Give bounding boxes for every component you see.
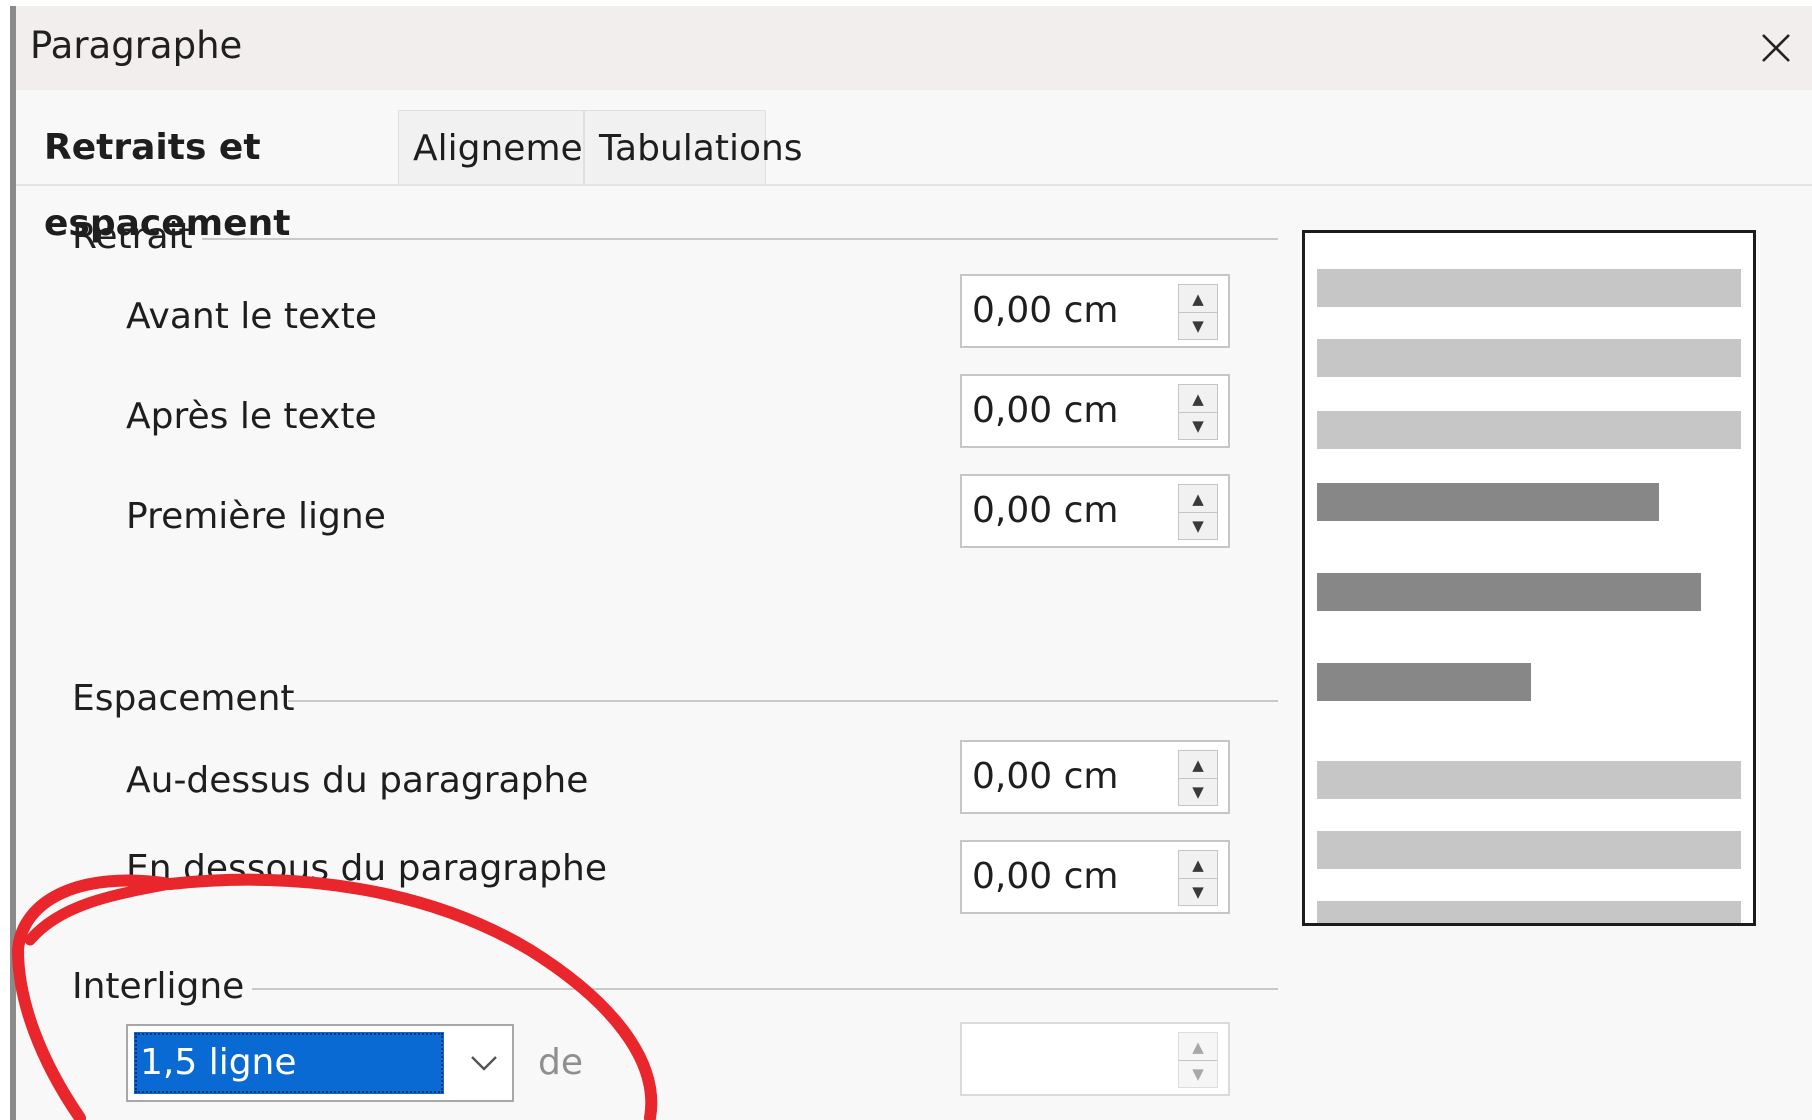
below-paragraph-label: En dessous du paragraphe: [126, 848, 607, 889]
indent-section-divider: [202, 238, 1278, 240]
preview-line: [1317, 573, 1701, 611]
preview-line: [1317, 339, 1741, 377]
of-label: de: [538, 1042, 583, 1083]
line-spacing-section-divider: [252, 988, 1278, 990]
spin-buttons: ▲ ▼: [1178, 750, 1218, 806]
preview-line: [1317, 831, 1741, 869]
preview-line: [1317, 269, 1741, 307]
background-window-edge: [0, 0, 16, 1120]
indent-section-label: Retrait: [72, 216, 193, 257]
tab-tabulations[interactable]: Tabulations: [584, 110, 803, 186]
spin-down-icon[interactable]: ▼: [1179, 312, 1217, 339]
paragraph-preview: [1302, 230, 1756, 926]
spin-down-icon[interactable]: ▼: [1179, 1060, 1217, 1087]
preview-line: [1317, 761, 1741, 799]
spin-up-icon[interactable]: ▲: [1179, 1033, 1217, 1061]
line-spacing-value-spinbox[interactable]: ▲ ▼: [960, 1022, 1230, 1096]
tab-retraits-et-espacement[interactable]: Retraits et espacement: [30, 110, 398, 244]
spacing-section-divider: [288, 700, 1278, 702]
before-text-spinbox[interactable]: 0,00 cm ▲ ▼: [960, 274, 1230, 348]
spin-down-icon[interactable]: ▼: [1179, 412, 1217, 439]
spin-buttons: ▲ ▼: [1178, 284, 1218, 340]
tab-separator: [16, 184, 1812, 186]
spacing-section-label: Espacement: [72, 678, 295, 719]
preview-line: [1317, 411, 1741, 449]
spin-buttons: ▲ ▼: [1178, 484, 1218, 540]
above-paragraph-value[interactable]: 0,00 cm: [972, 742, 1118, 812]
line-spacing-section-label: Interligne: [72, 966, 245, 1007]
line-spacing-selected-text: 1,5 ligne: [140, 1042, 297, 1083]
spin-down-icon[interactable]: ▼: [1179, 878, 1217, 905]
close-icon: [1762, 34, 1790, 62]
below-paragraph-spinbox[interactable]: 0,00 cm ▲ ▼: [960, 840, 1230, 914]
spin-up-icon[interactable]: ▲: [1179, 851, 1217, 879]
chevron-down-icon[interactable]: [456, 1026, 512, 1100]
spin-buttons: ▲ ▼: [1178, 850, 1218, 906]
spin-up-icon[interactable]: ▲: [1179, 285, 1217, 313]
above-paragraph-spinbox[interactable]: 0,00 cm ▲ ▼: [960, 740, 1230, 814]
tab-alignement[interactable]: Alignement: [398, 110, 620, 186]
line-spacing-dropdown[interactable]: 1,5 ligne: [126, 1024, 514, 1102]
preview-line: [1317, 483, 1659, 521]
preview-line: [1317, 901, 1741, 923]
line-spacing-selected[interactable]: 1,5 ligne: [134, 1032, 444, 1094]
first-line-value[interactable]: 0,00 cm: [972, 476, 1118, 546]
title-bar: Paragraphe: [16, 6, 1812, 90]
before-text-label: Avant le texte: [126, 296, 378, 337]
above-paragraph-label: Au-dessus du paragraphe: [126, 760, 589, 801]
below-paragraph-value[interactable]: 0,00 cm: [972, 842, 1118, 912]
dialog-title: Paragraphe: [30, 24, 243, 67]
spin-down-icon[interactable]: ▼: [1179, 512, 1217, 539]
after-text-label: Après le texte: [126, 396, 377, 437]
spin-down-icon[interactable]: ▼: [1179, 778, 1217, 805]
after-text-spinbox[interactable]: 0,00 cm ▲ ▼: [960, 374, 1230, 448]
before-text-value[interactable]: 0,00 cm: [972, 276, 1118, 346]
first-line-spinbox[interactable]: 0,00 cm ▲ ▼: [960, 474, 1230, 548]
spin-up-icon[interactable]: ▲: [1179, 751, 1217, 779]
after-text-value[interactable]: 0,00 cm: [972, 376, 1118, 446]
spin-buttons: ▲ ▼: [1178, 384, 1218, 440]
preview-line: [1317, 663, 1531, 701]
spin-buttons: ▲ ▼: [1178, 1032, 1218, 1088]
tab-bar: Retraits et espacement Alignement Tabula…: [16, 110, 1812, 244]
close-button[interactable]: [1746, 18, 1806, 78]
first-line-label: Première ligne: [126, 496, 386, 537]
spin-up-icon[interactable]: ▲: [1179, 385, 1217, 413]
spin-up-icon[interactable]: ▲: [1179, 485, 1217, 513]
paragraph-dialog: Paragraphe Retraits et espacement Aligne…: [16, 6, 1812, 1120]
